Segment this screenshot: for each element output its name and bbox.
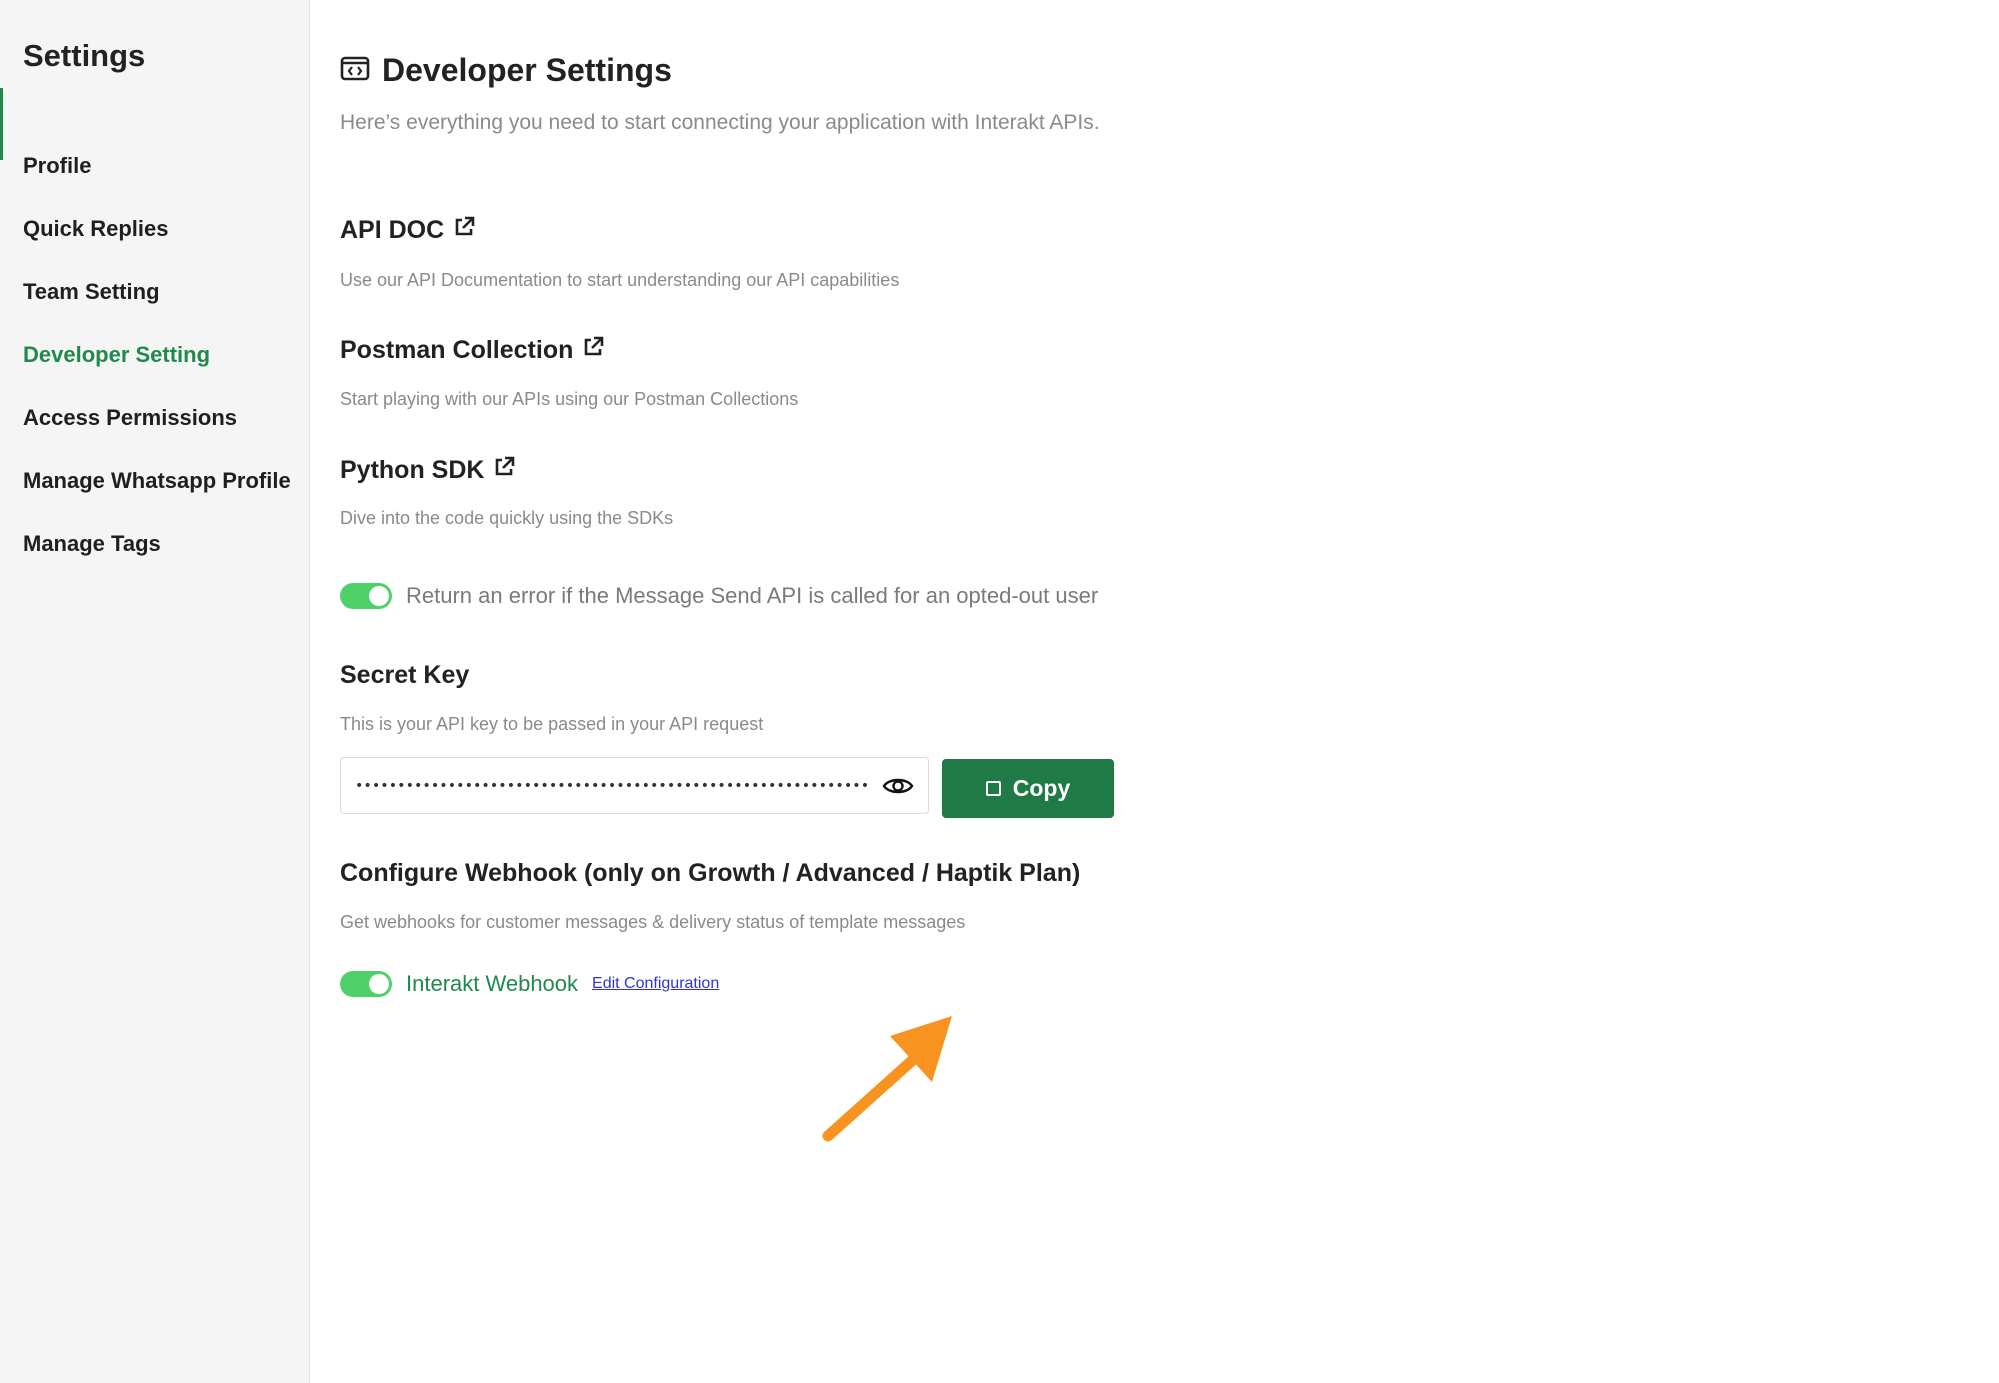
webhook-setting: Interakt Webhook Edit Configuration [340,971,719,997]
sidebar-item-manage-tags[interactable]: Manage Tags [23,523,291,586]
sidebar-nav: Profile Quick Replies Team Setting Devel… [23,145,291,586]
settings-sidebar: Settings Profile Quick Replies Team Sett… [0,0,310,1383]
sidebar-item-access-permissions[interactable]: Access Permissions [23,397,291,460]
external-link-icon [492,455,516,486]
postman-collection-description: Start playing with our APIs using our Po… [340,389,799,409]
webhook-title: Configure Webhook (only on Growth / Adva… [340,859,1081,887]
api-doc-link[interactable]: API DOC [340,215,476,246]
webhook-toggle-label: Interakt Webhook [406,971,579,996]
copy-button-label: Copy [1012,775,1071,801]
secret-key-masked-value: ••••••••••••••••••••••••••••••••••••••••… [355,777,870,794]
webhook-toggle[interactable] [340,971,392,997]
sidebar-item-team-setting[interactable]: Team Setting [23,271,291,334]
external-link-icon [452,215,476,246]
secret-key-field[interactable]: ••••••••••••••••••••••••••••••••••••••••… [340,757,929,814]
opt-out-error-label: Return an error if the Message Send API … [406,583,1099,608]
api-doc-title: API DOC [340,216,445,244]
annotation-arrow-icon [822,1016,952,1142]
sidebar-item-manage-whatsapp-profile[interactable]: Manage Whatsapp Profile [23,460,291,523]
eye-icon[interactable] [880,771,916,801]
sidebar-accent-bar [0,88,3,160]
python-sdk-link[interactable]: Python SDK [340,455,516,486]
webhook-heading: Configure Webhook (only on Growth / Adva… [340,859,1080,888]
external-link-icon [581,335,605,366]
edit-configuration-link[interactable]: Edit Configuration [592,975,719,993]
copy-icon [985,781,1001,796]
code-window-icon [340,55,370,86]
copy-secret-key-button[interactable]: Copy [942,759,1114,818]
sidebar-item-quick-replies[interactable]: Quick Replies [23,208,291,271]
postman-collection-title: Postman Collection [340,336,574,364]
secret-key-title: Secret Key [340,661,470,689]
sidebar-item-developer-setting[interactable]: Developer Setting [23,334,291,397]
page-title: Developer Settings [340,52,672,89]
page-subtitle: Here’s everything you need to start conn… [340,111,1100,134]
page-title-text: Developer Settings [382,52,672,88]
developer-settings-panel: Developer Settings Here’s everything you… [340,0,1940,1383]
python-sdk-description: Dive into the code quickly using the SDK… [340,508,674,528]
opt-out-error-toggle[interactable] [340,583,392,609]
python-sdk-title: Python SDK [340,456,485,484]
sidebar-item-profile[interactable]: Profile [23,145,291,208]
webhook-description: Get webhooks for customer messages & del… [340,912,966,932]
opt-out-error-setting: Return an error if the Message Send API … [340,583,1098,609]
secret-key-description: This is your API key to be passed in you… [340,714,764,734]
secret-key-heading: Secret Key [340,661,469,690]
api-doc-description: Use our API Documentation to start under… [340,270,900,290]
postman-collection-link[interactable]: Postman Collection [340,335,605,366]
sidebar-title: Settings [23,38,146,73]
